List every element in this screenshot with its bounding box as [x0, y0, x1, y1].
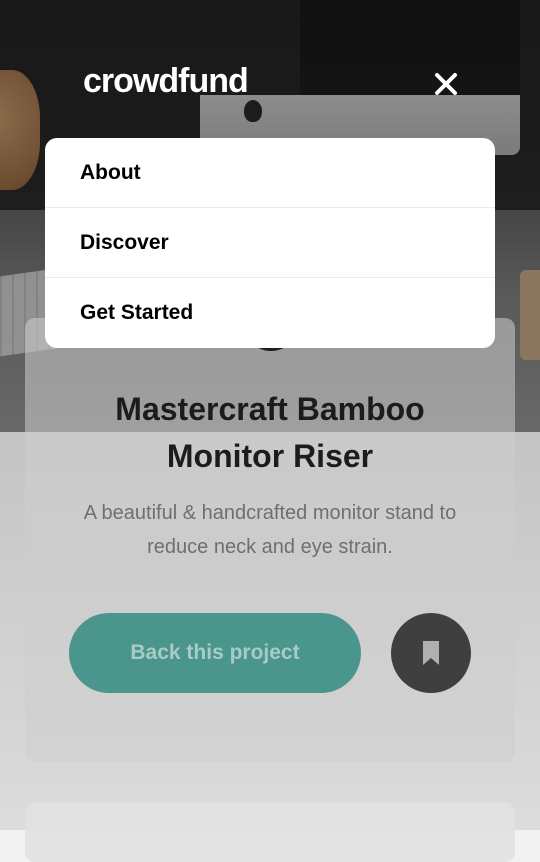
project-title: Mastercraft Bamboo Monitor Riser — [115, 391, 425, 474]
nav-menu: About Discover Get Started — [45, 138, 495, 348]
menu-item-about[interactable]: About — [45, 138, 495, 208]
menu-item-get-started[interactable]: Get Started — [45, 278, 495, 348]
bookmark-button[interactable] — [391, 613, 471, 693]
stats-card — [25, 802, 515, 862]
close-menu-button[interactable] — [430, 68, 462, 100]
menu-item-discover[interactable]: Discover — [45, 208, 495, 278]
back-project-button[interactable]: Back this project — [69, 613, 361, 693]
bookmark-icon — [397, 640, 465, 666]
crowdfund-logo[interactable]: crowdfund — [83, 62, 249, 101]
project-card: Mastercraft Bamboo Monitor Riser A beaut… — [25, 318, 515, 762]
project-description: A beautiful & handcrafted monitor stand … — [83, 502, 457, 558]
close-icon — [430, 73, 462, 103]
